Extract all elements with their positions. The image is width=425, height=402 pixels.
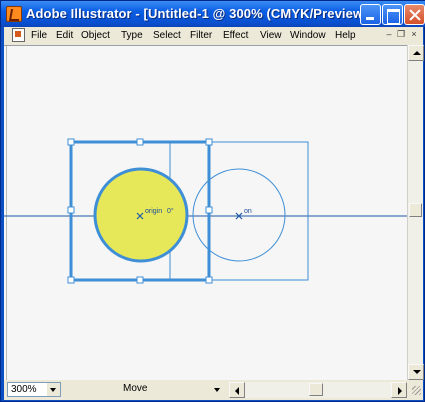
maximize-button[interactable] [382, 4, 403, 25]
menu-object[interactable]: Object [81, 30, 110, 41]
origin-suffix: 0° [167, 207, 174, 215]
dropdown-icon[interactable] [47, 383, 60, 396]
origin-label: origin [145, 208, 162, 215]
close-button[interactable] [404, 4, 425, 25]
scroll-up-button[interactable] [408, 45, 424, 61]
menu-edit[interactable]: Edit [56, 30, 73, 41]
handle-bottom-middle [136, 276, 144, 284]
scroll-up-icon [413, 51, 421, 55]
handle-bottom-right [205, 276, 213, 284]
application-window: Adobe Illustrator - [Untitled-1 @ 300% (… [0, 0, 425, 402]
menu-filter[interactable]: Filter [190, 30, 212, 41]
vertical-scroll-thumb[interactable] [409, 203, 422, 217]
doc-close-icon[interactable]: × [408, 29, 420, 41]
copy-bounding-box [169, 141, 309, 281]
scroll-down-icon [413, 370, 421, 374]
menu-effect[interactable]: Effect [223, 30, 248, 41]
handle-middle-right [205, 206, 213, 214]
app-icon[interactable] [6, 6, 22, 22]
size-grip-icon[interactable] [409, 383, 422, 396]
copy-circle [192, 168, 286, 262]
zoom-field[interactable]: 300% [7, 382, 61, 397]
handle-middle-left [67, 206, 75, 214]
document-icon[interactable] [12, 28, 25, 42]
scroll-right-button[interactable] [391, 382, 407, 398]
status-dropdown-icon[interactable] [211, 383, 224, 396]
scroll-right-icon [398, 387, 402, 395]
restore-icon[interactable]: ❐ [395, 29, 407, 41]
vertical-scrollbar[interactable] [407, 45, 424, 380]
artwork[interactable]: origin 0° on [4, 46, 407, 380]
zoom-value: 300% [11, 384, 37, 395]
scroll-left-icon [235, 387, 239, 395]
handle-bottom-left [67, 276, 75, 284]
handle-top-right [205, 138, 213, 146]
title-bar[interactable]: Adobe Illustrator - [Untitled-1 @ 300% (… [1, 1, 425, 27]
scroll-left-button[interactable] [229, 382, 245, 398]
menu-bar: File Edit Object Type Select Filter Effe… [4, 27, 423, 45]
status-bar: 300% Move [4, 380, 423, 400]
handle-top-middle [136, 138, 144, 146]
doc-minimize-icon[interactable]: – [383, 29, 395, 41]
menu-type[interactable]: Type [121, 30, 143, 41]
copy-label: on [244, 208, 252, 215]
horizontal-scrollbar[interactable] [229, 382, 407, 398]
window-title: Adobe Illustrator - [Untitled-1 @ 300% (… [26, 6, 376, 21]
menu-help[interactable]: Help [335, 30, 356, 41]
menu-file[interactable]: File [31, 30, 47, 41]
menu-window[interactable]: Window [290, 30, 326, 41]
document-canvas[interactable]: origin 0° on [4, 45, 407, 380]
status-text: Move [123, 383, 148, 394]
handle-top-left [67, 138, 75, 146]
status-menu[interactable]: Move [66, 382, 226, 397]
minimize-button[interactable] [360, 4, 381, 25]
scroll-down-button[interactable] [408, 364, 424, 380]
horizontal-scroll-thumb[interactable] [309, 383, 323, 396]
menu-view[interactable]: View [260, 30, 282, 41]
menu-select[interactable]: Select [153, 30, 181, 41]
